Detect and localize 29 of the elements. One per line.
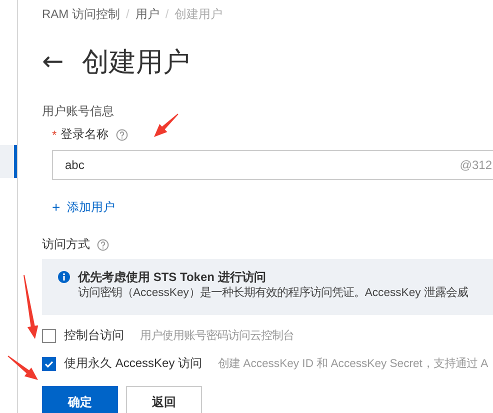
section-title: 用户账号信息	[42, 103, 115, 119]
back-button[interactable]: ←	[42, 47, 64, 77]
option-hint: 创建 AccessKey ID 和 AccessKey Secret，支持通过 A	[218, 356, 488, 371]
breadcrumb-separator: /	[126, 7, 130, 21]
checkbox-label: 使用永久 AccessKey 访问	[64, 355, 202, 372]
alert-text: 访问密钥（AccessKey）是一种长期有效的程序访问凭证。AccessKey 泄露会威	[78, 285, 468, 301]
breadcrumb-link[interactable]: RAM 访问控制	[42, 6, 120, 22]
breadcrumb-link[interactable]: 用户	[135, 6, 160, 22]
sidebar-item[interactable]	[0, 145, 17, 178]
info-icon	[58, 271, 70, 283]
checkbox-label: 控制台访问	[64, 327, 124, 344]
domain-suffix: @312	[460, 158, 492, 172]
checkbox[interactable]	[42, 356, 56, 370]
option-hint: 用户使用账号密码访问云控制台	[140, 328, 294, 343]
required-mark: *	[52, 128, 57, 142]
help-icon	[97, 238, 109, 250]
annotation-arrow	[152, 113, 180, 138]
help-icon	[116, 128, 128, 140]
add-user-link[interactable]: + 添加用户	[52, 198, 116, 216]
annotation-arrow	[7, 355, 39, 381]
breadcrumb-separator: /	[165, 7, 169, 21]
annotation-arrow	[22, 274, 38, 340]
page-title: 创建用户	[82, 46, 190, 79]
checkbox[interactable]	[42, 328, 56, 342]
field-label: 访问方式	[42, 236, 90, 253]
confirm-button[interactable]: 确定	[42, 386, 118, 413]
field-label: 登录名称	[60, 126, 109, 143]
back-button[interactable]: 返回	[126, 386, 202, 413]
alert-title: 优先考虑使用 STS Token 进行访问	[78, 269, 267, 285]
